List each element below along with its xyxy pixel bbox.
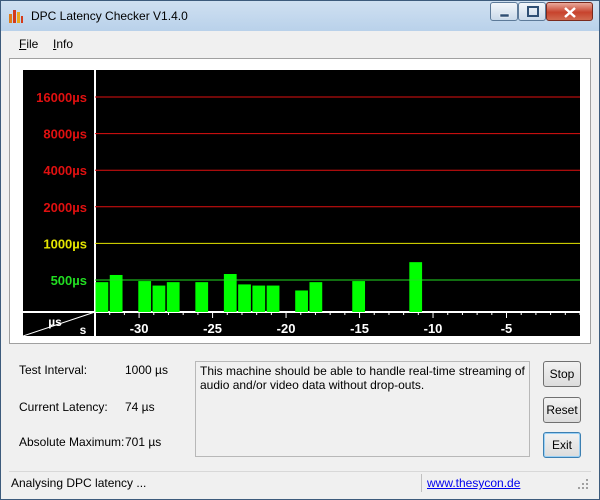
maximize-button[interactable] [518, 2, 546, 21]
y-tick-label: 4000µs [43, 163, 87, 178]
resize-grip-icon[interactable] [577, 478, 589, 490]
y-tick-label: 500µs [51, 273, 87, 288]
y-tick-label: 16000µs [36, 90, 87, 105]
chart-bar [195, 282, 209, 312]
chart-bar [309, 282, 323, 312]
menu-file[interactable]: File [19, 37, 38, 51]
x-tick-label: -25 [203, 321, 222, 336]
minimize-button[interactable] [490, 2, 518, 21]
status-bar: Analysing DPC latency ... www.thesycon.d… [9, 471, 591, 493]
menu-info[interactable]: Info [53, 37, 73, 51]
app-bars-icon [9, 10, 23, 23]
chart-bar [109, 274, 123, 312]
chart-bar [166, 282, 180, 312]
x-unit-label: s [80, 323, 87, 336]
website-link[interactable]: www.thesycon.de [427, 476, 520, 490]
latency-chart-panel: 16000µs 8000µs 4000µs 2000µs 1000µs 500µs -30 -… [9, 58, 591, 344]
status-text: Analysing DPC latency ... [11, 476, 147, 490]
close-icon [564, 7, 576, 18]
y-tick-label: 1000µs [43, 236, 87, 251]
x-tick-label: -30 [130, 321, 149, 336]
test-interval-value: 1000 µs [125, 363, 168, 377]
current-latency-value: 74 µs [125, 400, 155, 414]
close-button[interactable] [546, 2, 593, 21]
maximize-icon [527, 6, 539, 17]
latency-chart: 16000µs 8000µs 4000µs 2000µs 1000µs 500µs -30 -… [23, 70, 580, 336]
chart-bar [152, 285, 166, 312]
chart-bar [352, 281, 366, 312]
chart-bar [409, 262, 423, 312]
y-tick-label: 8000µs [43, 127, 87, 142]
minimize-icon [499, 13, 510, 18]
chart-bar [252, 285, 266, 312]
chart-bar [238, 284, 251, 312]
chart-bar [266, 285, 280, 312]
chart-bar [295, 290, 308, 312]
exit-button[interactable]: Exit [543, 432, 581, 458]
status-message-box: This machine should be able to handle re… [195, 361, 530, 457]
chart-bar [95, 282, 109, 312]
y-tick-label: 2000µs [43, 200, 87, 215]
test-interval-label: Test Interval: [19, 363, 88, 377]
reset-button[interactable]: Reset [543, 397, 581, 423]
chart-bar [138, 281, 152, 312]
stop-button[interactable]: Stop [543, 361, 581, 387]
x-tick-label: -5 [501, 321, 513, 336]
main-window: DPC Latency Checker V1.4.0 File Info 160… [0, 0, 600, 500]
menu-bar: File Info [9, 33, 591, 55]
absolute-maximum-label: Absolute Maximum: [19, 435, 125, 449]
x-tick-label: -10 [424, 321, 443, 336]
x-tick-label: -15 [350, 321, 369, 336]
y-unit-label: µs [48, 315, 62, 329]
x-tick-label: -20 [277, 321, 296, 336]
status-separator [421, 474, 422, 492]
title-bar[interactable]: DPC Latency Checker V1.4.0 [1, 1, 599, 31]
current-latency-label: Current Latency: [19, 400, 108, 414]
window-title: DPC Latency Checker V1.4.0 [31, 9, 188, 23]
absolute-maximum-value: 701 µs [125, 435, 162, 449]
